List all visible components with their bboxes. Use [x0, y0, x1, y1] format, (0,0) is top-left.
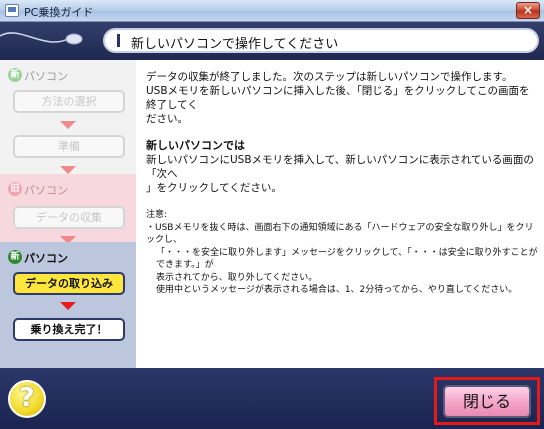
- steps-panel: 新 パソコン 方法の選択 準備 旧 パソコン データの収集 新 パソコン データ…: [0, 60, 136, 368]
- body-line-2: 」をクリックしてください。: [146, 182, 282, 194]
- close-button-highlight: 閉じる: [434, 377, 540, 425]
- note-line-4: 使用中というメッセージが表示される場合は、1、2分待ってから、やり直してください…: [156, 285, 518, 295]
- window-close-button[interactable]: ×: [516, 2, 540, 19]
- step-arrow-icon: [60, 166, 76, 174]
- section-title: 新しいパソコンでは: [146, 139, 245, 152]
- intro-line-2: USBメモリを新しいパソコンに挿入した後、「閉じる」をクリックしてこの画面を終了…: [146, 85, 530, 111]
- step-data-collect: データの収集: [13, 206, 125, 229]
- new-pc-section: 新 パソコン 方法の選択 準備: [0, 60, 136, 174]
- close-button[interactable]: 閉じる: [443, 385, 531, 418]
- new-pc-current-section: 新 パソコン データの取り込み 乗り換え完了！: [0, 242, 136, 368]
- intro-line-1: データの収集が終了しました。次のステップは新しいパソコンで操作します。: [146, 71, 513, 83]
- step-arrow-icon: [60, 302, 76, 310]
- note-line-3: 表示されてから、取り外してください。: [156, 272, 318, 283]
- window-titlebar[interactable]: PC乗換ガイド ×: [0, 0, 544, 22]
- step-method-select: 方法の選択: [13, 90, 125, 113]
- step-data-import-current: データの取り込み: [13, 272, 125, 295]
- old-badge-icon: 旧: [8, 182, 22, 196]
- body-line-1: 新しいパソコンにUSBメモリを挿入して、新しいパソコンに表示されている画面の「次…: [146, 154, 534, 180]
- header-band: 新しいパソコンで操作してください: [0, 22, 544, 60]
- title-marker: [117, 34, 120, 47]
- note-line-2: 「・・・を安全に取り外します」メッセージをクリックして、「・・・は安全に取り外す…: [156, 247, 538, 271]
- note-title: 注意:: [146, 210, 168, 220]
- footer-bar: ? 閉じる: [0, 368, 544, 429]
- new-current-badge-icon: 新: [8, 250, 22, 264]
- new-section-label: パソコン: [24, 70, 68, 83]
- new-badge-icon: 新: [8, 68, 22, 82]
- note-line-1: ・USBメモリを抜く時は、画面右下の通知領域にある「ハードウェアの安全な取り外し…: [146, 222, 534, 246]
- new-current-section-label: パソコン: [24, 252, 68, 265]
- step-prepare: 準備: [13, 135, 125, 158]
- step-arrow-icon: [60, 121, 76, 129]
- step-complete: 乗り換え完了！: [13, 318, 125, 341]
- help-button[interactable]: ?: [8, 380, 46, 418]
- window-title: PC乗換ガイド: [24, 6, 94, 19]
- page-title: 新しいパソコンで操作してください: [131, 37, 339, 52]
- instructions-content: データの収集が終了しました。次のステップは新しいパソコンで操作します。 USBメ…: [146, 70, 538, 297]
- old-section-label: パソコン: [24, 184, 68, 197]
- header-title-pill: 新しいパソコンで操作してください: [103, 28, 539, 53]
- intro-line-3: ださい。: [146, 113, 188, 125]
- app-icon: [5, 4, 19, 17]
- usb-cable-icon: [0, 32, 83, 45]
- old-pc-section: 旧 パソコン データの収集: [0, 174, 136, 244]
